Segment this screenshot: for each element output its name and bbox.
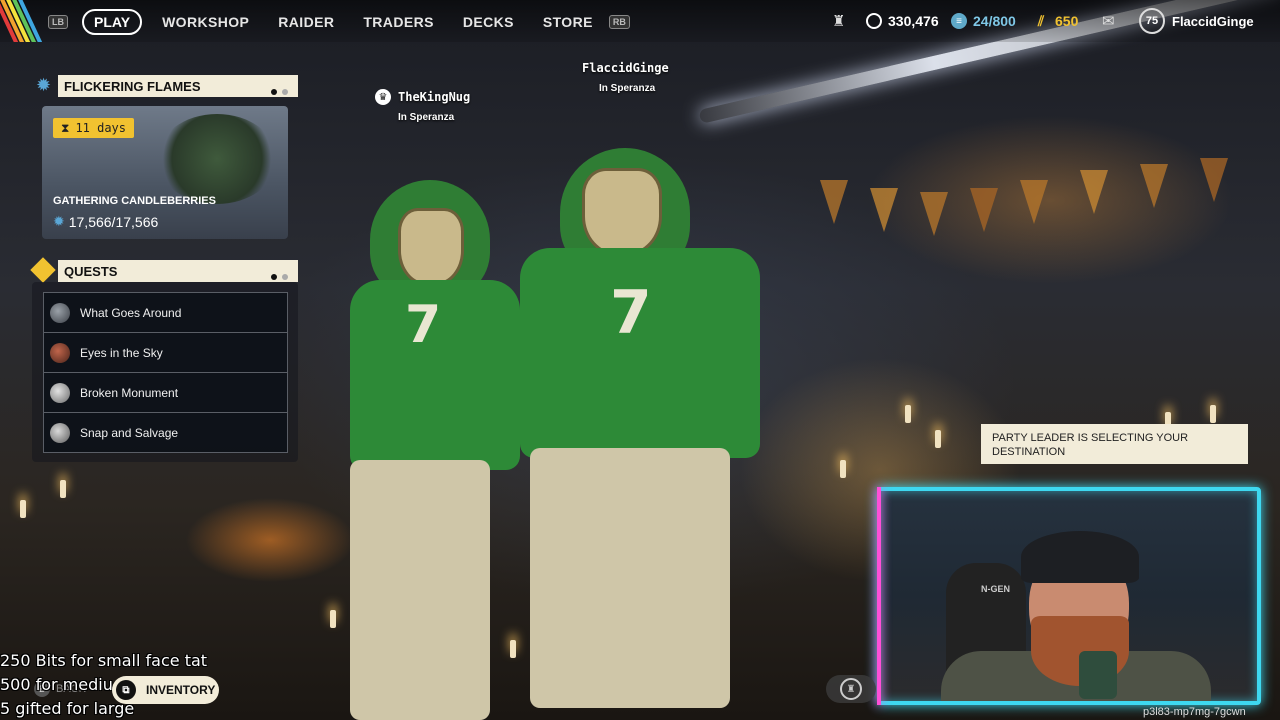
quest-giver-icon xyxy=(50,382,70,403)
stream-overlay-line: 5 gifted for large xyxy=(0,699,135,718)
jersey-number: 7 xyxy=(610,278,652,348)
quests-panel-header[interactable]: QUESTS xyxy=(58,260,298,282)
page-dots xyxy=(266,83,288,98)
raider-token-icon: ≡ xyxy=(951,13,967,29)
mail-icon[interactable]: ✉ xyxy=(1102,12,1115,30)
tab-raider[interactable]: RAIDER xyxy=(278,14,334,30)
page-dots xyxy=(266,268,288,283)
raider-tokens-value: 24/800 xyxy=(973,13,1016,29)
event-icon: ✹ xyxy=(36,75,52,95)
quest-item[interactable]: Eyes in the Sky xyxy=(43,332,288,372)
stream-overlay-line: 250 Bits for small face tat xyxy=(0,651,208,670)
credits-counter: ⫽ 650 xyxy=(1033,12,1079,30)
quest-label: Eyes in the Sky xyxy=(80,345,163,360)
coin-icon xyxy=(866,13,882,29)
coins-value: 330,476 xyxy=(888,13,939,29)
player-name-left: TheKingNug xyxy=(398,90,471,104)
social-button[interactable]: ♜ xyxy=(826,675,876,703)
phone-in-hand xyxy=(1079,651,1117,699)
event-progress-value: 17,566/17,566 xyxy=(68,213,159,230)
rb-bumper-icon: RB xyxy=(608,15,630,29)
profile-name[interactable]: FlaccidGinge xyxy=(1172,14,1254,29)
hourglass-icon: ⧗ xyxy=(61,120,70,135)
chair-brand-label: N-GEN xyxy=(981,584,1010,594)
event-panel-header[interactable]: FLICKERING FLAMES xyxy=(58,75,298,97)
quest-item[interactable]: What Goes Around xyxy=(43,292,288,332)
bunting-flags xyxy=(800,158,1280,260)
quest-giver-icon xyxy=(50,302,70,323)
jersey-number: 7 xyxy=(405,295,442,355)
event-task: GATHERING CANDLEBERRIES xyxy=(53,195,216,207)
quest-label: What Goes Around xyxy=(80,305,182,320)
credits-value: 650 xyxy=(1055,13,1079,29)
top-navigation-bar: LB PLAY WORKSHOP RAIDER TRADERS DECKS ST… xyxy=(0,0,1280,42)
quest-giver-icon xyxy=(50,342,70,363)
raider-tokens-counter: ≡ 24/800 xyxy=(951,13,1016,29)
quest-list: What Goes Around Eyes in the Sky Broken … xyxy=(43,292,288,453)
stream-overlay-line: 500 for mediu xyxy=(0,675,113,694)
room-code: p3l83-mp7mg-7gcwn xyxy=(1143,706,1246,718)
trophy-icon[interactable]: ♜ xyxy=(832,12,845,30)
event-time-left: 11 days xyxy=(75,121,127,135)
gear-icon: ✹ xyxy=(53,213,65,229)
lb-bumper-icon: LB xyxy=(48,15,68,29)
candleberry-bush-image xyxy=(157,114,277,204)
credits-icon: ⫽ xyxy=(1037,12,1045,29)
quest-label: Snap and Salvage xyxy=(80,425,179,440)
tab-play[interactable]: PLAY xyxy=(82,9,143,35)
gamepad-view-icon: ⧉ xyxy=(116,680,136,700)
inventory-label: INVENTORY xyxy=(146,683,216,697)
event-progress: ✹ 17,566/17,566 xyxy=(53,213,158,230)
event-timer-badge: ⧗ 11 days xyxy=(53,118,135,138)
webcam-pink-glow xyxy=(877,487,881,705)
tab-workshop[interactable]: WORKSHOP xyxy=(162,14,249,30)
event-title: FLICKERING FLAMES xyxy=(64,78,201,94)
streamer-webcam: N-GEN xyxy=(877,487,1261,705)
player-status-left: In Speranza xyxy=(398,112,455,123)
quests-title: QUESTS xyxy=(64,263,118,279)
tab-store[interactable]: STORE xyxy=(543,14,593,30)
coins-counter: 330,476 xyxy=(866,13,939,29)
player-name-right: FlaccidGinge xyxy=(582,61,669,75)
brand-stripes-logo xyxy=(0,0,42,42)
player-status-right: In Speranza xyxy=(599,83,656,94)
crown-icon: ♛ xyxy=(375,89,391,105)
player-level-badge: 75 xyxy=(1139,8,1165,34)
quest-item[interactable]: Snap and Salvage xyxy=(43,412,288,453)
tab-decks[interactable]: DECKS xyxy=(463,14,514,30)
quest-giver-icon xyxy=(50,422,70,443)
streamer-cap xyxy=(1021,531,1139,583)
social-icon: ♜ xyxy=(840,678,862,700)
quest-item[interactable]: Broken Monument xyxy=(43,372,288,412)
quest-label: Broken Monument xyxy=(80,385,179,400)
tab-traders[interactable]: TRADERS xyxy=(363,14,433,30)
party-status-message: PARTY LEADER IS SELECTING YOUR DESTINATI… xyxy=(981,424,1248,464)
